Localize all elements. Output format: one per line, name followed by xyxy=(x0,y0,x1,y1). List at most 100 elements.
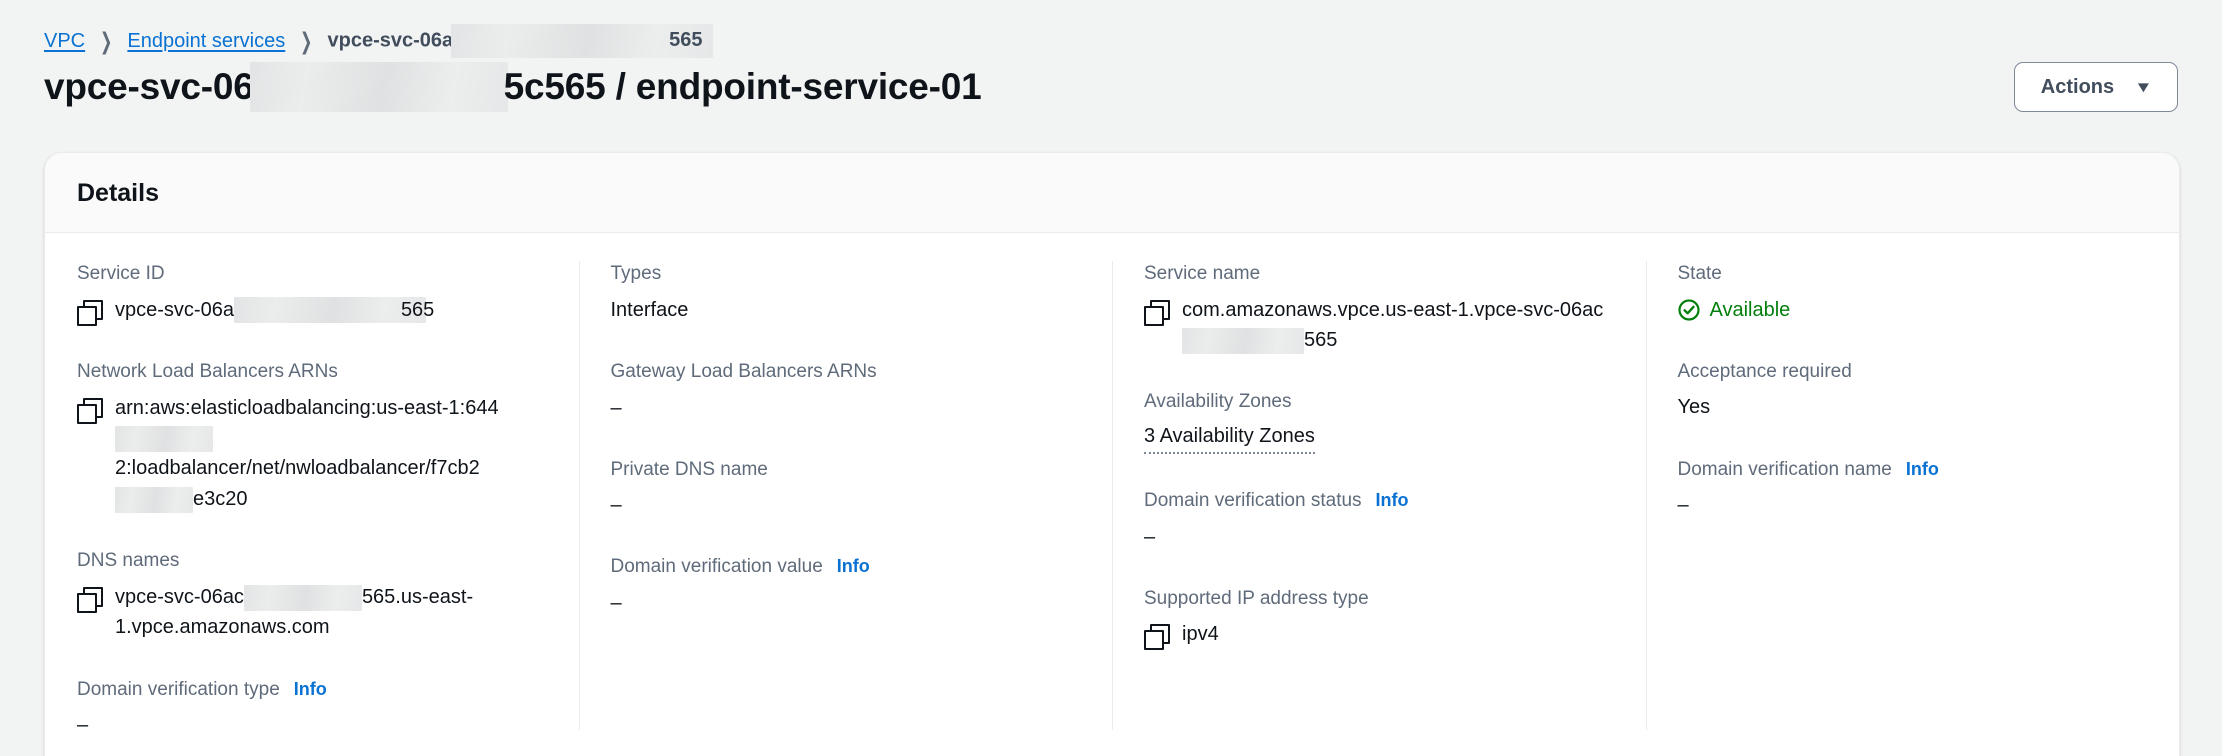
value-redaction-block xyxy=(243,584,362,611)
field-value-text: – xyxy=(1677,494,1689,517)
field-value-text: arn:aws:elasticloadbalancing:us-east-1:6… xyxy=(115,393,545,515)
value-prefix: vpce-svc-06ac xyxy=(115,585,244,608)
field-value: Interface xyxy=(611,295,1079,325)
breadcrumb-item-current: vpce-svc-06a 565 xyxy=(327,24,714,58)
field-value: 3 Availability Zones xyxy=(1144,423,1612,455)
page-title-row: vpce-svc-06 5c565 / endpoint-service-01 A… xyxy=(0,52,2222,118)
details-column-4: State Available Acceptance required Yes … xyxy=(1645,261,2180,740)
breadcrumb-item-endpoint-services[interactable]: Endpoint services xyxy=(127,30,285,53)
field-value-text: – xyxy=(610,494,622,517)
info-link[interactable]: Info xyxy=(1906,457,1939,481)
copy-icon[interactable] xyxy=(1144,624,1170,651)
field-label-text: Acceptance required xyxy=(1677,360,1852,382)
endpoint-service-detail-page: VPC ❯ Endpoint services ❯ vpce-svc-06a 56… xyxy=(0,0,2222,756)
details-column-2: Types Interface Gateway Load Balancers A… xyxy=(578,261,1113,740)
field-value: arn:aws:elasticloadbalancing:us-east-1:6… xyxy=(77,393,545,515)
value-suffix: 565 xyxy=(1304,329,1338,352)
details-panel-title: Details xyxy=(77,179,159,207)
field-domain-verification-value: Domain verification value Info – xyxy=(611,554,1079,618)
field-value: ipv4 xyxy=(1144,619,1612,651)
copy-icon[interactable] xyxy=(77,299,103,326)
field-value-text: ipv4 xyxy=(1182,623,1219,646)
availability-zones-popover-trigger[interactable]: 3 Availability Zones xyxy=(1144,423,1315,455)
field-value-text: Interface xyxy=(610,298,689,321)
breadcrumb-separator-icon: ❯ xyxy=(100,28,113,54)
field-types: Types Interface xyxy=(611,261,1079,325)
field-value: – xyxy=(611,490,1079,520)
field-label-text: Network Load Balancers ARNs xyxy=(77,361,338,383)
field-value-text: vpce-svc-06ac 565.us-east-1.vpce.amazonaw… xyxy=(115,582,545,643)
page-title-suffix: 5c565 / endpoint-service-01 xyxy=(503,66,982,107)
field-value: – xyxy=(611,588,1079,618)
field-value-text: – xyxy=(77,714,89,737)
copy-icon[interactable] xyxy=(77,397,103,424)
field-label: Service name xyxy=(1144,261,1612,287)
status-badge: Available xyxy=(1677,295,1790,325)
field-label-text: Gateway Load Balancers ARNs xyxy=(610,361,877,383)
field-label: Domain verification type Info xyxy=(77,677,545,703)
value-redaction-block xyxy=(1182,327,1304,354)
field-value: vpce-svc-06a 565 xyxy=(77,295,545,326)
breadcrumb: VPC ❯ Endpoint services ❯ vpce-svc-06a 56… xyxy=(0,0,2222,58)
value-prefix: com.amazonaws.vpce.us-east-1.vpce-svc-06… xyxy=(1182,298,1604,321)
field-acceptance-required: Acceptance required Yes xyxy=(1678,359,2146,423)
info-link[interactable]: Info xyxy=(1376,488,1409,512)
field-availability-zones: Availability Zones 3 Availability Zones xyxy=(1144,389,1612,455)
field-network-load-balancers-arns: Network Load Balancers ARNs arn:aws:elas… xyxy=(77,359,545,514)
value-prefix: arn:aws:elasticloadbalancing:us-east-1:6… xyxy=(115,396,499,419)
value-suffix: 565 xyxy=(400,298,435,321)
page-title-redaction-block xyxy=(249,62,508,112)
field-label-text: Domain verification type xyxy=(77,678,280,700)
field-label-text: DNS names xyxy=(77,550,180,572)
value-suffix: e3c20 xyxy=(193,487,248,510)
field-label-text: Types xyxy=(610,263,662,284)
field-label: Domain verification value Info xyxy=(611,554,1079,580)
field-value-text: – xyxy=(1144,525,1156,548)
page-title: vpce-svc-06 5c565 / endpoint-service-01 xyxy=(44,62,982,112)
details-panel: Details Service ID vpce-svc-06a 565 Netwo… xyxy=(44,152,2180,756)
info-link[interactable]: Info xyxy=(294,677,327,701)
field-dns-names: DNS names vpce-svc-06ac 565.us-east-1.vpc… xyxy=(77,548,545,642)
field-label: DNS names xyxy=(77,548,545,574)
copy-icon[interactable] xyxy=(77,586,103,613)
value-redaction-block xyxy=(233,297,426,324)
actions-button[interactable]: Actions ▼ xyxy=(2013,62,2178,112)
info-link[interactable]: Info xyxy=(837,554,870,578)
value-redaction-block xyxy=(115,425,213,452)
field-value-text: – xyxy=(610,396,622,419)
field-label-text: Service name xyxy=(1144,263,1261,284)
field-label: Network Load Balancers ARNs xyxy=(77,359,545,385)
field-label: Private DNS name xyxy=(611,457,1079,483)
breadcrumb-current-prefix: vpce-svc-06a xyxy=(327,29,454,52)
field-label-text: Domain verification status xyxy=(1144,490,1362,512)
field-value: – xyxy=(1144,522,1612,552)
field-label: Supported IP address type xyxy=(1144,586,1612,612)
actions-button-label: Actions xyxy=(2040,75,2115,98)
field-domain-verification-type: Domain verification type Info – xyxy=(77,677,545,741)
breadcrumb-separator-icon: ❯ xyxy=(300,28,313,54)
field-label-text: Service ID xyxy=(77,263,165,284)
field-service-id: Service ID vpce-svc-06a 565 xyxy=(77,261,545,326)
field-private-dns-name: Private DNS name – xyxy=(611,457,1079,521)
page-title-prefix: vpce-svc-06 xyxy=(44,66,254,107)
details-panel-header: Details xyxy=(45,153,2179,233)
field-value: – xyxy=(77,710,545,740)
field-state: State Available xyxy=(1678,261,2146,325)
field-label: Acceptance required xyxy=(1678,359,2146,385)
copy-icon[interactable] xyxy=(1144,299,1170,326)
field-value: com.amazonaws.vpce.us-east-1.vpce-svc-06… xyxy=(1144,295,1612,356)
field-value: Yes xyxy=(1678,392,2146,422)
field-label: Domain verification status Info xyxy=(1144,488,1612,514)
field-gateway-load-balancers-arns: Gateway Load Balancers ARNs – xyxy=(611,359,1079,423)
field-label: State xyxy=(1678,261,2146,287)
field-label-text: Domain verification name xyxy=(1677,458,1892,480)
field-label-text: Domain verification value xyxy=(610,556,823,578)
value-redaction-block xyxy=(115,486,193,513)
breadcrumb-current-suffix: 565 xyxy=(669,29,703,52)
field-label-text: Supported IP address type xyxy=(1144,587,1369,609)
field-supported-ip-address-type: Supported IP address type ipv4 xyxy=(1144,586,1612,651)
field-label: Types xyxy=(611,261,1079,287)
details-column-3: Service name com.amazonaws.vpce.us-east-… xyxy=(1112,261,1646,740)
field-label-text: State xyxy=(1677,263,1722,284)
breadcrumb-item-vpc[interactable]: VPC xyxy=(44,30,85,53)
